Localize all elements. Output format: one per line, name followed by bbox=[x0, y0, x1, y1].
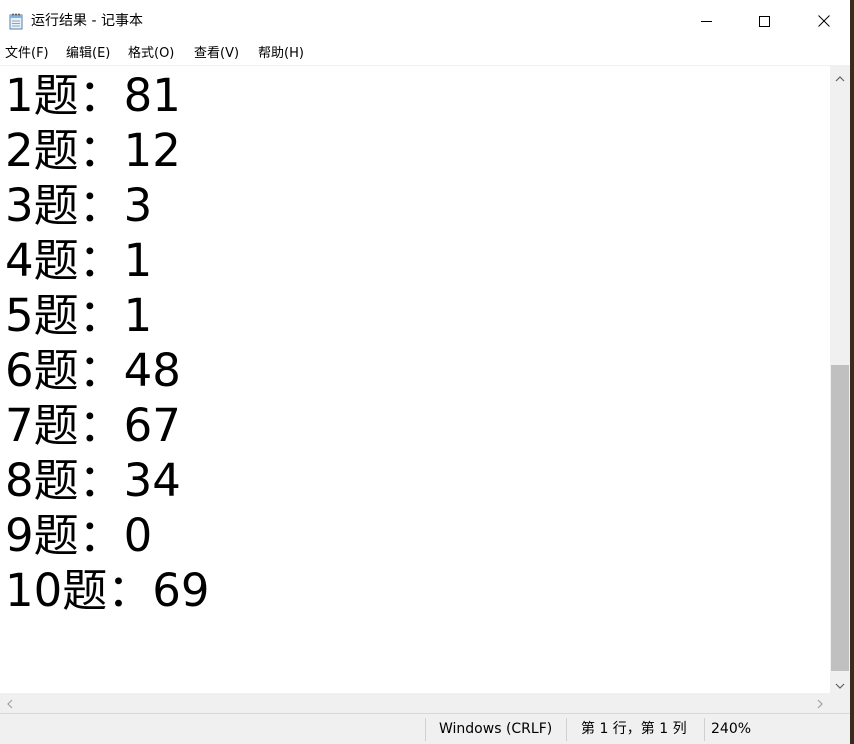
title-bar[interactable]: 运行结果 - 记事本 bbox=[0, 0, 854, 42]
vertical-scroll-thumb[interactable] bbox=[831, 365, 849, 671]
status-line-ending: Windows (CRLF) bbox=[439, 721, 553, 737]
menu-bar: 文件(F) 编辑(E) 格式(O) 查看(V) 帮助(H) bbox=[0, 42, 854, 65]
scroll-left-button[interactable] bbox=[0, 693, 20, 713]
maximize-icon bbox=[758, 12, 770, 31]
status-cursor-position: 第 1 行，第 1 列 bbox=[581, 721, 687, 737]
status-bar: Windows (CRLF) 第 1 行，第 1 列 240% bbox=[0, 713, 850, 744]
scroll-up-button[interactable] bbox=[830, 66, 850, 86]
status-divider bbox=[425, 718, 426, 741]
menu-file[interactable]: 文件(F) bbox=[5, 45, 49, 62]
text-line: 3题：3 bbox=[5, 179, 153, 232]
close-button[interactable] bbox=[793, 0, 854, 42]
text-line: 2题：12 bbox=[5, 124, 181, 177]
window-title: 运行结果 - 记事本 bbox=[31, 13, 143, 29]
text-editor[interactable]: 1题：81 2题：12 3题：3 4题：1 5题：1 6题：48 7题：67 8… bbox=[0, 66, 830, 693]
horizontal-scrollbar[interactable] bbox=[0, 693, 830, 713]
menu-view[interactable]: 查看(V) bbox=[194, 45, 239, 62]
close-icon bbox=[817, 12, 830, 31]
chevron-down-icon bbox=[835, 674, 845, 693]
text-line: 7题：67 bbox=[5, 399, 181, 452]
scroll-right-button[interactable] bbox=[810, 693, 830, 713]
chevron-up-icon bbox=[835, 67, 845, 86]
scrollbar-corner bbox=[830, 693, 850, 713]
menu-format[interactable]: 格式(O) bbox=[128, 45, 174, 62]
minimize-icon bbox=[700, 12, 712, 31]
text-line: 5题：1 bbox=[5, 289, 153, 342]
text-line: 10题：69 bbox=[5, 564, 210, 617]
status-divider bbox=[704, 718, 705, 741]
desktop-background-edge bbox=[850, 0, 854, 744]
vertical-scrollbar[interactable] bbox=[830, 66, 850, 693]
chevron-left-icon bbox=[7, 694, 13, 713]
text-line: 6题：48 bbox=[5, 344, 181, 397]
notepad-window: 运行结果 - 记事本 文件(F) 编辑(E) 格式(O) 查看(V) 帮助(H)… bbox=[0, 0, 854, 744]
text-line: 9题：0 bbox=[5, 509, 153, 562]
menu-help[interactable]: 帮助(H) bbox=[258, 45, 304, 62]
status-divider bbox=[566, 718, 567, 741]
menu-edit[interactable]: 编辑(E) bbox=[66, 45, 110, 62]
scroll-down-button[interactable] bbox=[830, 673, 850, 693]
status-zoom: 240% bbox=[711, 721, 752, 737]
text-line: 1题：81 bbox=[5, 69, 181, 122]
maximize-button[interactable] bbox=[735, 0, 793, 42]
chevron-right-icon bbox=[817, 694, 823, 713]
text-line: 4题：1 bbox=[5, 234, 153, 287]
text-line: 8题：34 bbox=[5, 454, 181, 507]
minimize-button[interactable] bbox=[677, 0, 735, 42]
notepad-icon[interactable] bbox=[9, 13, 24, 30]
